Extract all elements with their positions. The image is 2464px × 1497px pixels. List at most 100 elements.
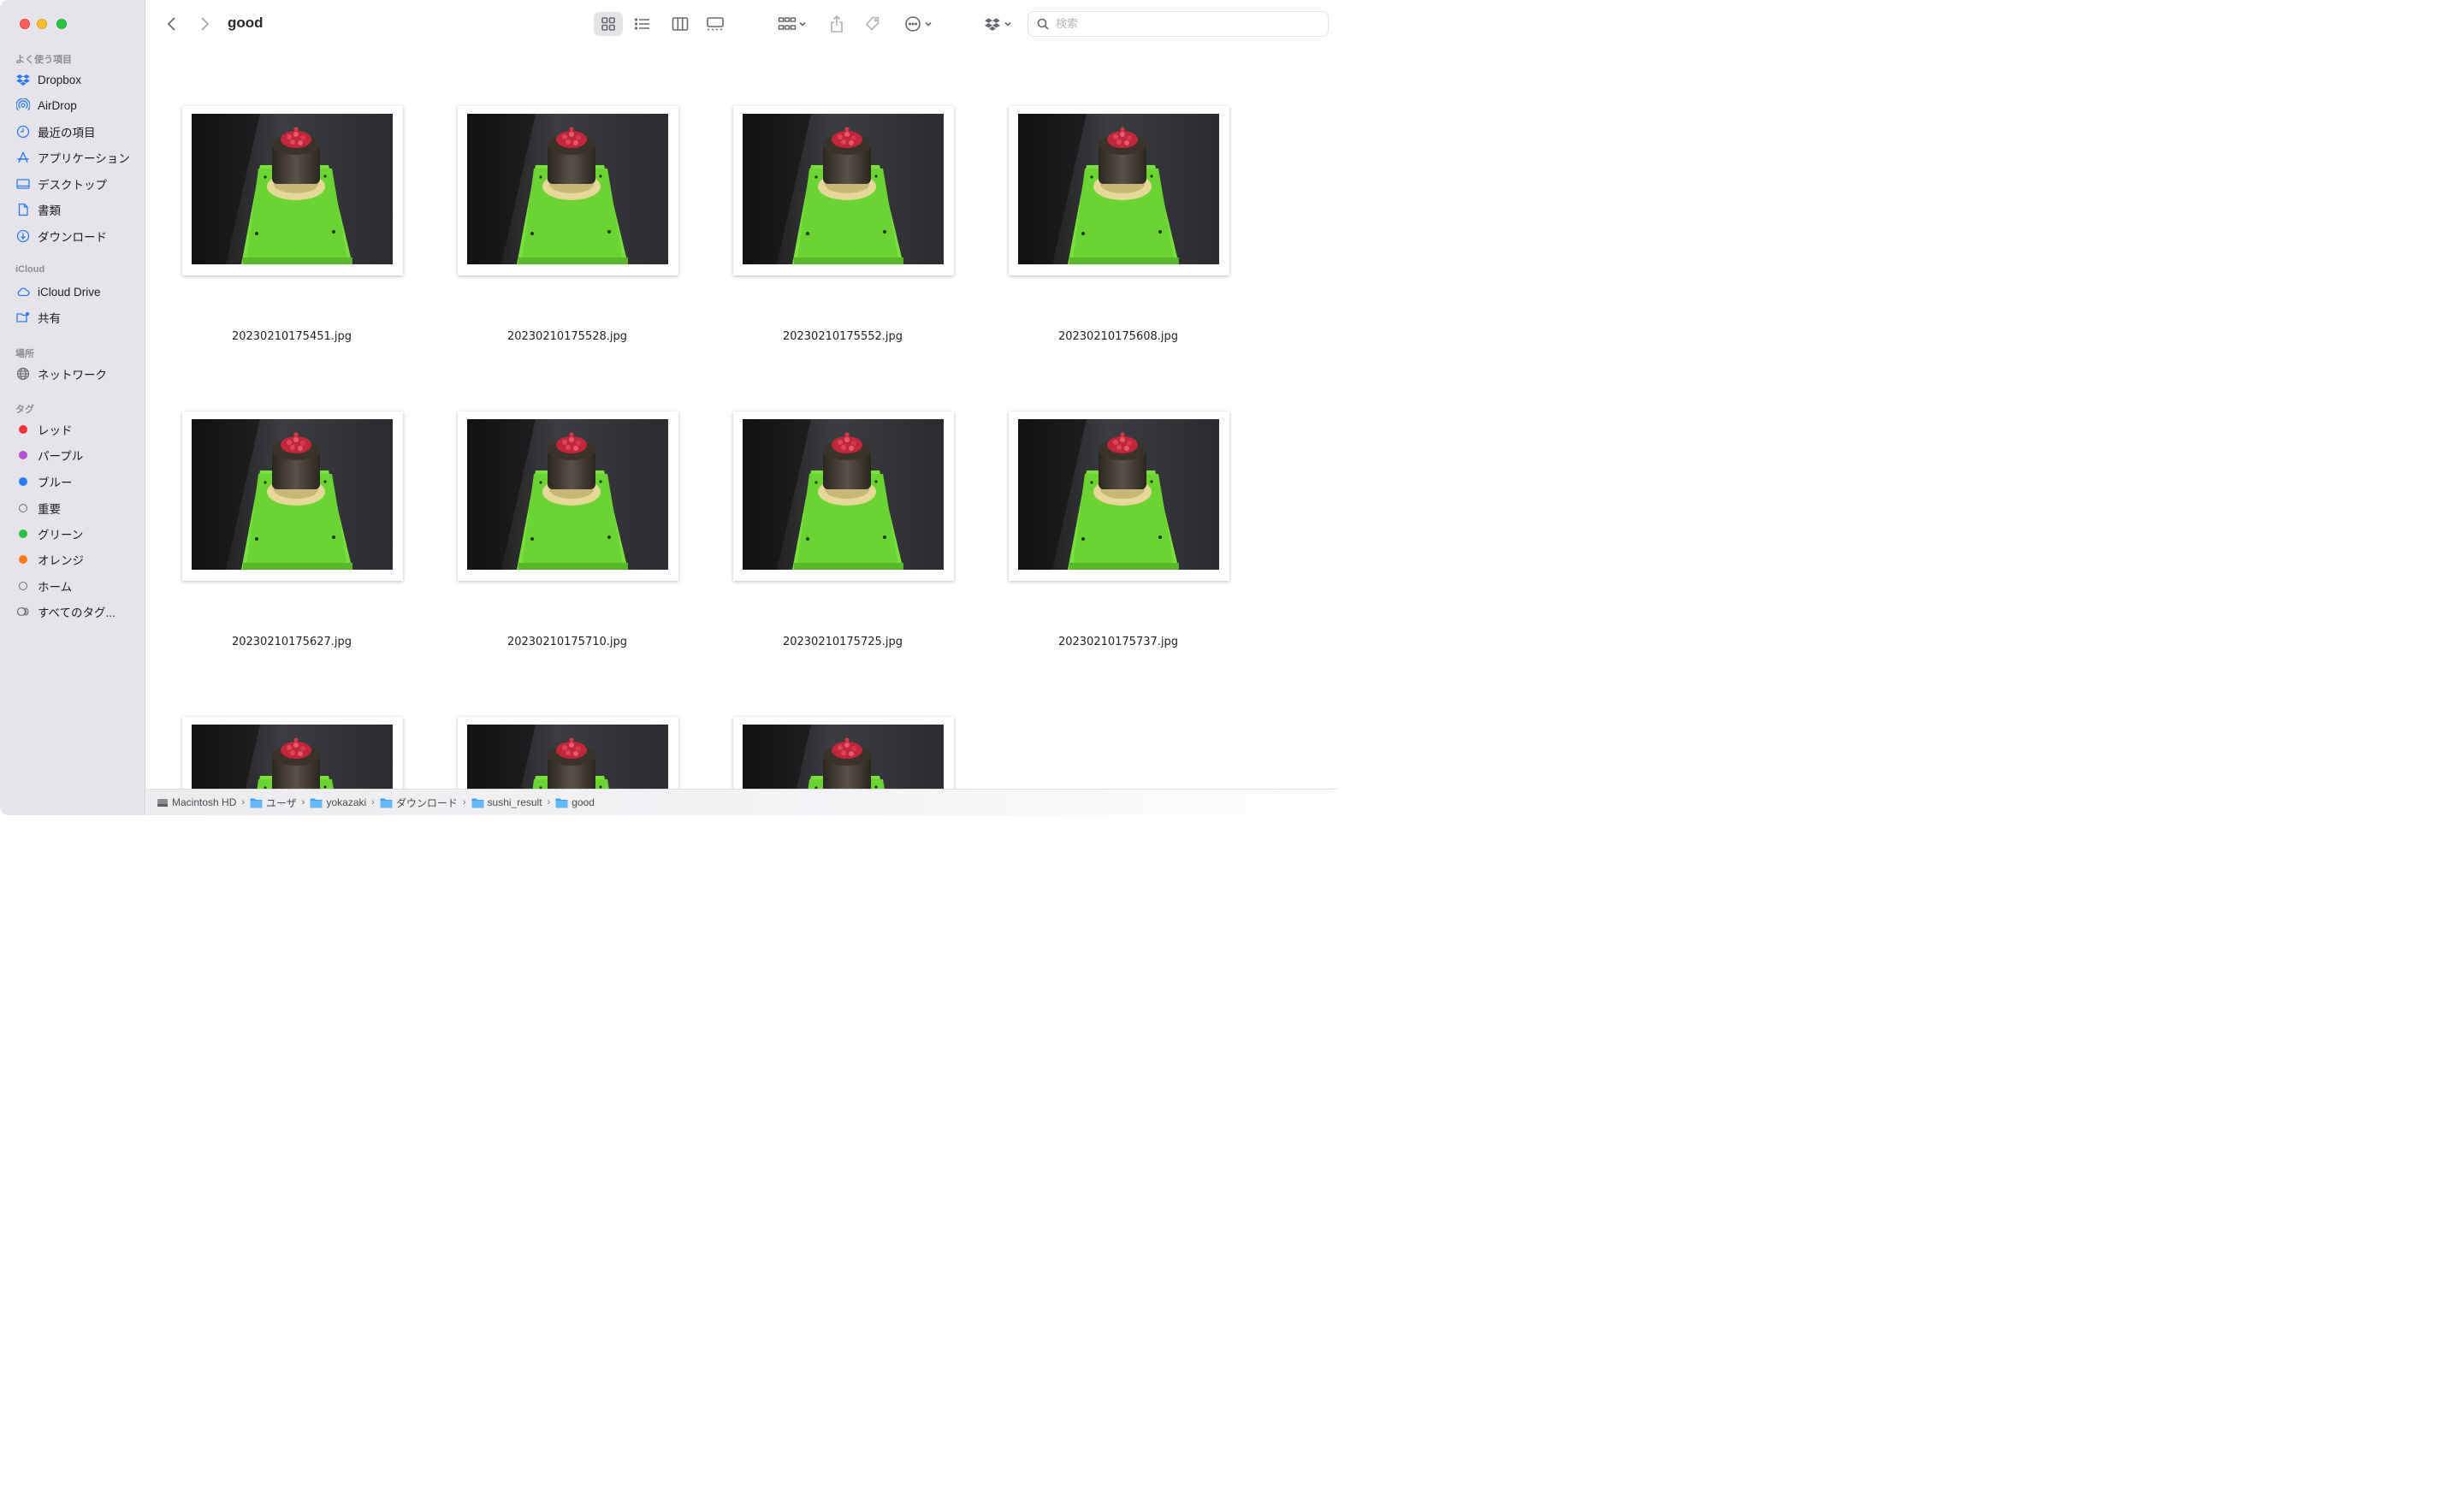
sidebar-item-label: パープル	[38, 450, 84, 463]
path-crumb-downloads[interactable]: ダウンロード	[380, 796, 458, 810]
chevron-down-icon	[799, 21, 806, 27]
share-button[interactable]	[825, 12, 849, 36]
sidebar-tag-blue[interactable]: ブルー	[15, 470, 139, 493]
path-crumb-home[interactable]: yokazaki	[310, 796, 366, 808]
section-title-tags: タグ	[15, 405, 34, 415]
section-title-locations: 場所	[15, 349, 34, 359]
close-window-button[interactable]	[20, 19, 30, 29]
sidebar-item-network[interactable]: ネットワーク	[15, 363, 139, 385]
photo-thumbnail	[192, 419, 393, 570]
sidebar-tag-all-tags[interactable]: すべてのタグ...	[15, 601, 139, 623]
chevron-down-icon	[924, 21, 932, 27]
sidebar-tag-orange[interactable]: オレンジ	[15, 548, 139, 571]
file-item[interactable]	[422, 659, 678, 789]
list-view-button[interactable]	[628, 12, 657, 36]
dropbox-menu-button[interactable]	[980, 12, 1016, 36]
photo-thumbnail-image	[467, 114, 668, 264]
search-field[interactable]	[1028, 11, 1329, 37]
group-by-button[interactable]	[773, 12, 812, 36]
sidebar-item-label: iCloud Drive	[38, 285, 101, 299]
file-thumbnail[interactable]	[182, 411, 403, 581]
back-button[interactable]	[161, 12, 183, 36]
file-item[interactable]: 20230210175725.jpg	[697, 353, 954, 659]
gallery-view-button[interactable]	[701, 12, 730, 36]
sidebar-tag-red[interactable]: レッド	[15, 418, 139, 441]
folder-icon	[555, 798, 568, 808]
forward-button[interactable]	[193, 12, 216, 36]
gallery-view-icon	[707, 17, 724, 31]
file-item[interactable]: 20230210175608.jpg	[973, 48, 1229, 353]
file-item[interactable]	[697, 659, 954, 789]
sidebar-tag-green[interactable]: グリーン	[15, 523, 139, 545]
file-name-label: 20230210175725.jpg	[782, 636, 903, 648]
file-thumbnail[interactable]	[1009, 106, 1229, 275]
file-thumbnail[interactable]	[1009, 411, 1229, 581]
sidebar-item-recents[interactable]: 最近の項目	[15, 121, 139, 143]
sidebar-item-dropbox[interactable]: Dropbox	[15, 68, 139, 91]
file-item[interactable]: 20230210175451.jpg	[146, 48, 403, 353]
file-item[interactable]: 20230210175528.jpg	[422, 48, 678, 353]
path-crumb-disk[interactable]: Macintosh HD	[157, 796, 236, 808]
path-crumb-label: ユーザ	[266, 796, 297, 809]
file-thumbnail[interactable]	[458, 411, 678, 581]
path-crumb-sushi-result[interactable]: sushi_result	[471, 796, 542, 808]
tag-empty-circle-icon	[19, 582, 27, 590]
home-folder-icon	[310, 798, 323, 808]
sidebar-item-downloads[interactable]: ダウンロード	[15, 225, 139, 247]
ellipsis-circle-icon	[904, 16, 921, 32]
sidebar-tag-home[interactable]: ホーム	[15, 575, 139, 597]
file-item[interactable]: 20230210175627.jpg	[146, 353, 403, 659]
sidebar-item-label: 書類	[38, 204, 61, 217]
more-actions-button[interactable]	[899, 12, 937, 36]
tag-button[interactable]	[861, 12, 885, 36]
group-grid-icon	[778, 17, 797, 30]
chevron-right-icon	[201, 17, 210, 31]
file-thumbnail[interactable]	[733, 717, 954, 789]
file-name-label: 20230210175528.jpg	[506, 330, 628, 343]
tag-empty-circle-icon	[19, 504, 27, 512]
path-bar: Macintosh HD › ユーザ › yokazaki › ダウンロード ›…	[146, 789, 1337, 815]
sidebar-item-label: Dropbox	[38, 73, 82, 86]
sidebar-item-applications[interactable]: アプリケーション	[15, 146, 139, 169]
sidebar-tag-important[interactable]: 重要	[15, 497, 139, 519]
dropbox-icon	[15, 72, 31, 87]
file-thumbnail[interactable]	[458, 106, 678, 275]
sidebar-item-icloud-drive[interactable]: iCloud Drive	[15, 281, 139, 303]
file-item[interactable]	[146, 659, 403, 789]
file-thumbnail[interactable]	[458, 717, 678, 789]
photo-thumbnail-image	[467, 419, 668, 570]
file-thumbnail[interactable]	[182, 717, 403, 789]
applications-icon	[15, 150, 31, 165]
sidebar-item-shared[interactable]: 共有	[15, 306, 139, 328]
sidebar: よく使う項目 Dropbox AirDrop 最近の項目 アプリケーション デス…	[0, 0, 145, 815]
zoom-window-button[interactable]	[56, 19, 67, 29]
tag-red-dot-icon	[19, 425, 27, 434]
icon-view-button[interactable]	[594, 12, 623, 36]
file-item[interactable]: 20230210175552.jpg	[697, 48, 954, 353]
minimize-window-button[interactable]	[37, 19, 47, 29]
path-crumb-users[interactable]: ユーザ	[250, 796, 297, 810]
file-name-label: 20230210175627.jpg	[231, 636, 352, 648]
document-icon	[15, 202, 31, 217]
path-crumb-label: ダウンロード	[395, 796, 458, 809]
section-title-icloud: iCloud	[15, 264, 45, 275]
path-crumb-good[interactable]: good	[555, 796, 595, 808]
all-tags-icon	[15, 604, 31, 619]
file-thumbnail[interactable]	[182, 106, 403, 275]
file-thumbnail[interactable]	[733, 411, 954, 581]
tag-blue-dot-icon	[19, 477, 27, 486]
sidebar-item-documents[interactable]: 書類	[15, 198, 139, 221]
tag-icon	[865, 16, 880, 31]
file-item[interactable]: 20230210175737.jpg	[973, 353, 1229, 659]
file-name-label: 20230210175451.jpg	[231, 330, 352, 343]
sidebar-item-label: 共有	[38, 312, 61, 325]
sidebar-tag-purple[interactable]: パープル	[15, 444, 139, 466]
file-item[interactable]: 20230210175710.jpg	[422, 353, 678, 659]
search-input[interactable]	[1056, 17, 1312, 31]
sidebar-item-airdrop[interactable]: AirDrop	[15, 94, 139, 116]
column-view-button[interactable]	[666, 12, 695, 36]
file-thumbnail[interactable]	[733, 106, 954, 275]
sidebar-item-desktop[interactable]: デスクトップ	[15, 173, 139, 195]
photo-thumbnail	[743, 419, 944, 570]
cloud-icon	[15, 284, 31, 299]
